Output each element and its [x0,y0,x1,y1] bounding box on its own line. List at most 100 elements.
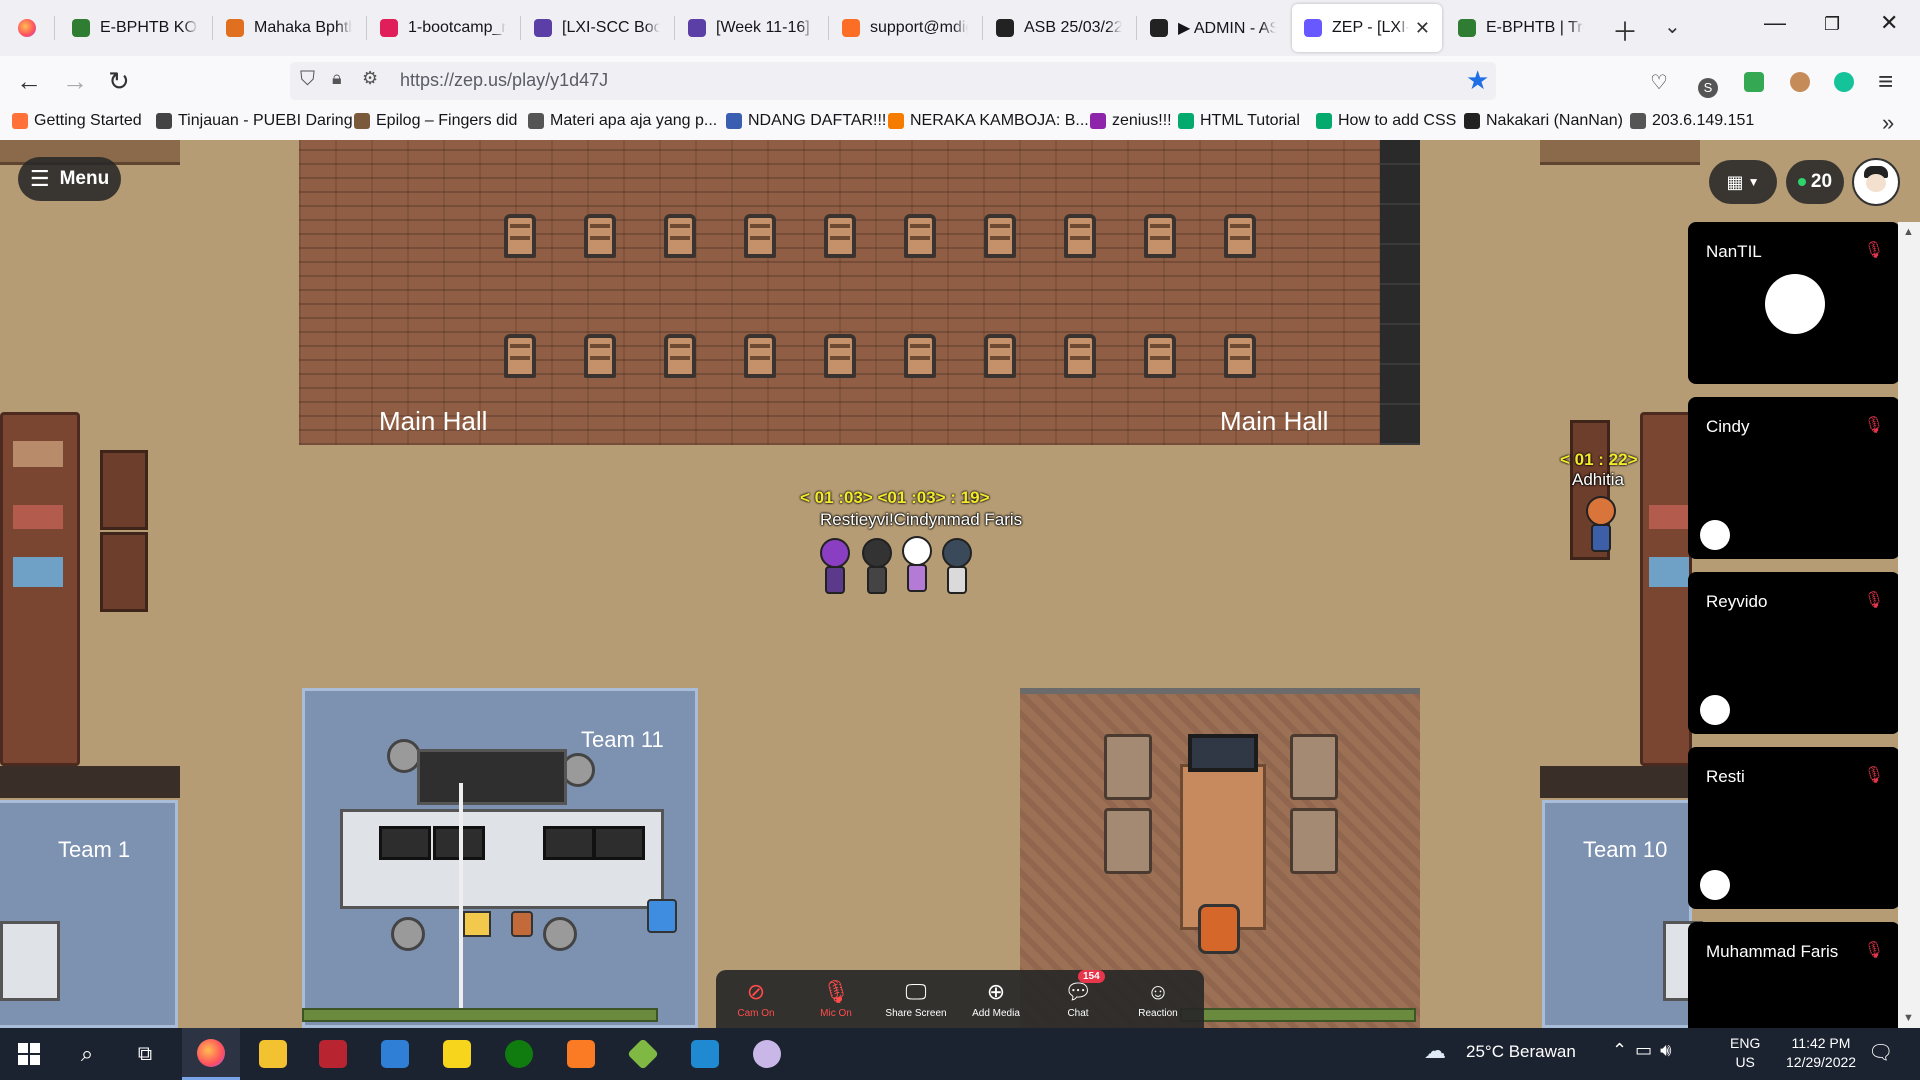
bookmark-item[interactable]: Epilog – Fingers did [354,112,517,130]
search-icon[interactable]: ⌕ [58,1028,116,1080]
scroll-down-icon[interactable]: ▼ [1903,1012,1914,1024]
restore-button[interactable]: ❐ [1824,14,1840,35]
bookmark-item[interactable]: Materi apa aja yang p... [528,112,717,130]
bookmark-item[interactable]: Getting Started [12,112,142,130]
paint-icon[interactable] [738,1028,796,1080]
firefox-menu-icon[interactable] [6,4,52,52]
xampp-icon[interactable] [552,1028,610,1080]
firefox-taskbar-icon[interactable] [182,1028,240,1080]
more-bookmarks-icon[interactable]: » [1882,110,1894,136]
hall-chair [584,214,616,258]
share-screen-button[interactable]: 🖵 Share Screen [876,970,956,1028]
browser-tab[interactable]: E-BPHTB KOTA [60,4,210,52]
video-card[interactable]: NanTIL 🎙︎ [1688,222,1900,384]
clock[interactable]: 11:42 PM 12/29/2022 [1786,1034,1856,1072]
bookmark-item[interactable]: How to add CSS [1316,112,1456,130]
tab-title: ASB 25/03/22 - [1024,19,1122,36]
language-indicator[interactable]: ENG US [1730,1034,1760,1072]
mic-toggle-button[interactable]: 🎙︎ Mic On [796,970,876,1028]
video-panel-scrollbar[interactable]: ▲ ▼ [1898,222,1920,1028]
close-window-button[interactable]: ✕ [1880,10,1898,36]
navigation-bar: ← → ↻ ⛉ 🔒︎ ⚙ https://zep.us/play/y1d47J … [0,56,1920,106]
bookmark-label: HTML Tutorial [1200,112,1300,129]
bookmark-item[interactable]: NERAKA KAMBOJA: B... [888,112,1089,130]
hall-chair [904,334,936,378]
browser-tab[interactable]: ASB 25/03/22 - [984,4,1134,52]
browser-tab[interactable]: ZEP - [LXI-Sp✕ [1292,4,1442,52]
bookmark-star-icon[interactable]: ★ [1466,65,1489,96]
pocket-icon[interactable]: ♡ [1650,70,1668,95]
participant-avatar [1700,695,1730,725]
hamburger-menu-icon[interactable]: ≡ [1878,66,1893,97]
scroll-up-icon[interactable]: ▲ [1903,226,1914,238]
chat-icon: 💬︎ [1064,978,1092,1004]
avatar-adhitia[interactable] [1584,496,1618,554]
windows-start-icon[interactable] [0,1028,58,1080]
mail-icon[interactable] [366,1028,424,1080]
back-icon[interactable]: ← [16,66,42,97]
minimize-button[interactable]: — [1764,10,1786,36]
browser-tab[interactable]: ▶ ADMIN - AS [1138,4,1288,52]
avatar-reyvido[interactable] [860,538,894,596]
vscode-icon[interactable] [676,1028,734,1080]
browser-tab[interactable]: [LXI-SCC Bootc [522,4,672,52]
browser-tab[interactable]: support@mdig [830,4,980,52]
bookmark-item[interactable]: Nakakari (NanNan) [1464,112,1623,130]
reaction-button[interactable]: ☺ Reaction [1118,970,1198,1028]
browser-tab[interactable]: [Week 11-16] T [676,4,826,52]
layout-toggle-button[interactable]: ▦ ▼ [1709,160,1777,204]
right-avatar-name: Adhitia [1572,470,1624,489]
bookmark-item[interactable]: HTML Tutorial [1178,112,1300,130]
team-1-desk [0,921,60,1001]
video-card-name: Resti [1706,767,1745,786]
profile-avatar-button[interactable] [1852,158,1900,206]
system-tray-icons[interactable]: ⌃▭🔊︎ [1612,1040,1679,1061]
video-card[interactable]: Cindy 🎙︎ [1688,397,1900,559]
menu-button[interactable]: ☰ Menu [18,157,121,201]
video-card[interactable]: Reyvido 🎙︎ [1688,572,1900,734]
video-card[interactable]: Resti 🎙︎ [1688,747,1900,909]
grammarly-icon[interactable] [1834,68,1854,99]
avatar-muhammad-faris[interactable] [940,538,974,596]
address-bar[interactable]: ⛉ 🔒︎ ⚙ https://zep.us/play/y1d47J ★ [290,62,1496,100]
avatar-resti[interactable] [818,538,852,596]
browser-tab[interactable]: Mahaka Bphtb [214,4,364,52]
url-text[interactable]: https://zep.us/play/y1d47J [400,70,608,91]
reload-icon[interactable]: ↻ [108,66,130,97]
plant-strip [1180,1008,1416,1022]
browser-tab[interactable]: 1-bootcamp_n [368,4,518,52]
list-all-tabs-icon[interactable]: ⌄ [1664,14,1681,39]
bookmark-item[interactable]: NDANG DAFTAR!!! [726,112,886,130]
zep-game-map[interactable]: Main Hall Main Hall Team 1 Team 11 Team … [0,140,1920,1028]
extension-shield-icon[interactable] [1744,68,1764,99]
file-explorer-icon[interactable] [244,1028,302,1080]
lock-icon[interactable]: 🔒︎ [332,68,342,89]
bookmark-item[interactable]: Tinjauan - PUEBI Daring [156,112,353,130]
notification-icon[interactable]: 🗨︎ [1868,1040,1893,1065]
online-dot-icon [1797,178,1806,186]
browser-tab[interactable]: E-BPHTB | Trell [1446,4,1596,52]
git-icon[interactable] [614,1028,672,1080]
xbox-icon[interactable] [490,1028,548,1080]
add-media-button[interactable]: ⊕ Add Media [956,970,1036,1028]
avatar-cindy[interactable] [900,536,934,594]
right-avatar-timer: < 01 : 22> [1560,450,1638,469]
extension-s-icon[interactable]: S [1698,68,1718,99]
bookmark-item[interactable]: 203.6.149.151 [1630,112,1754,130]
shield-icon[interactable]: ⛉ [300,68,315,91]
right-bookshelf [1640,412,1692,766]
video-card[interactable]: Muhammad Faris 🎙︎ [1688,922,1900,1028]
extension-face-icon[interactable] [1790,68,1810,99]
app-red-icon[interactable] [304,1028,362,1080]
task-view-icon[interactable]: ⧉ [116,1028,174,1080]
bookmark-item[interactable]: zenius!!! [1090,112,1172,130]
forward-icon[interactable]: → [62,66,88,97]
weather-text[interactable]: 25°C Berawan [1466,1042,1576,1062]
permissions-icon[interactable]: ⚙ [362,68,378,89]
cam-toggle-button[interactable]: ⊘ Cam On [716,970,796,1028]
sticky-notes-icon[interactable] [428,1028,486,1080]
new-tab-button[interactable]: ＋ [1612,12,1638,49]
participant-avatar [1700,870,1730,900]
online-users-button[interactable]: 20 [1786,160,1844,204]
tab-close-icon[interactable]: ✕ [1409,18,1430,39]
